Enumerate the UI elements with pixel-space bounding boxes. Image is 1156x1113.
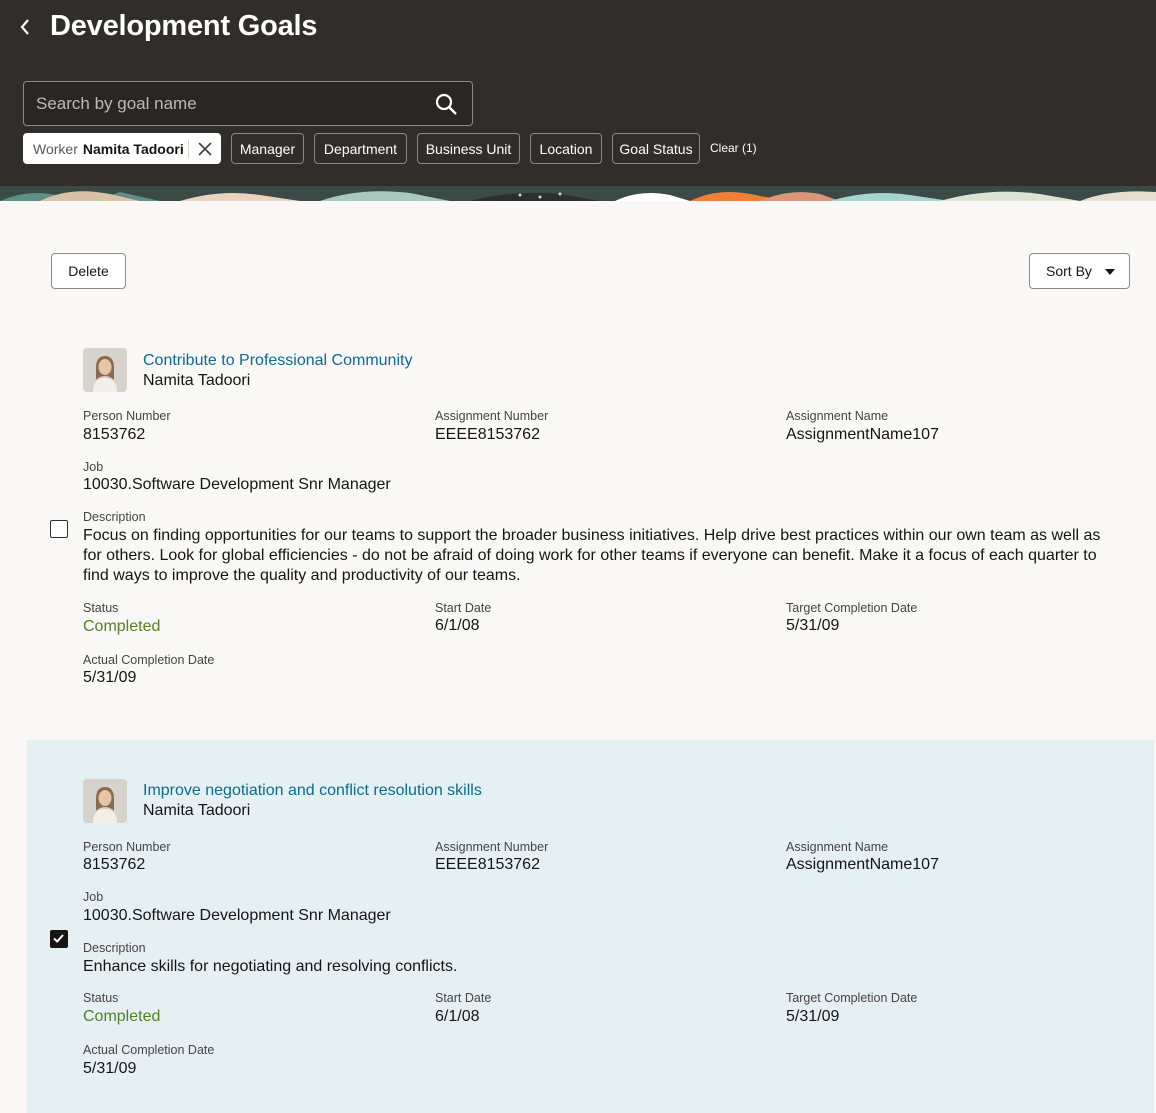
search-box[interactable]: [23, 81, 473, 126]
status-value: Completed: [83, 618, 161, 635]
filter-chip-department[interactable]: Department: [314, 133, 407, 164]
checkmark-icon: [53, 934, 64, 943]
target-completion-date-label: Target Completion Date: [786, 601, 918, 615]
job-value: 10030.Software Development Snr Manager: [83, 476, 391, 493]
job-label: Job: [83, 890, 104, 904]
person-number-value: 8153762: [83, 426, 146, 443]
goal-checkbox[interactable]: [50, 930, 68, 948]
start-date-value: 6/1/08: [435, 617, 480, 634]
description-value: Enhance skills for negotiating and resol…: [83, 958, 458, 975]
actual-completion-date-value: 5/31/09: [83, 669, 137, 686]
goal-card: Contribute to Professional Community Nam…: [27, 330, 1154, 710]
sort-by-button[interactable]: Sort By: [1029, 253, 1130, 289]
assignment-name-value: AssignmentName107: [786, 856, 939, 873]
chevron-left-icon: [20, 19, 29, 35]
search-input[interactable]: [36, 82, 426, 125]
assignment-name-value: AssignmentName107: [786, 426, 939, 443]
search-icon[interactable]: [434, 92, 458, 116]
job-value: 10030.Software Development Snr Manager: [83, 907, 391, 924]
filter-chip-worker-key: Worker: [33, 140, 78, 157]
actual-completion-date-label: Actual Completion Date: [83, 653, 215, 667]
filter-chip-worker-value: Namita Tadoori: [82, 140, 184, 157]
assignment-name-label: Assignment Name: [786, 409, 889, 423]
job-label: Job: [83, 460, 104, 474]
avatar: [83, 348, 127, 392]
avatar: [83, 779, 127, 823]
goal-card: Improve negotiation and conflict resolut…: [27, 740, 1154, 1113]
decorative-banner: [0, 186, 1156, 201]
description-label: Description: [83, 941, 146, 955]
filter-chip-goal-status[interactable]: Goal Status: [612, 133, 700, 164]
clear-filters-link[interactable]: Clear (1): [710, 141, 757, 155]
start-date-value: 6/1/08: [435, 1008, 480, 1025]
goal-title-link[interactable]: Contribute to Professional Community: [143, 352, 412, 370]
actual-completion-date-label: Actual Completion Date: [83, 1043, 215, 1057]
person-number-label: Person Number: [83, 409, 171, 423]
status-label: Status: [83, 601, 119, 615]
chip-divider: [188, 140, 189, 158]
target-completion-date-label: Target Completion Date: [786, 991, 918, 1005]
goal-title-link[interactable]: Improve negotiation and conflict resolut…: [143, 782, 482, 800]
description-label: Description: [83, 510, 146, 524]
assignment-number-label: Assignment Number: [435, 840, 549, 854]
assignment-number-value: EEEE8153762: [435, 426, 540, 443]
avatar-photo: [83, 348, 127, 392]
goal-person-name: Namita Tadoori: [143, 802, 251, 819]
page-title: Development Goals: [50, 10, 318, 42]
person-number-label: Person Number: [83, 840, 171, 854]
avatar-photo: [83, 779, 127, 823]
start-date-label: Start Date: [435, 601, 492, 615]
goal-checkbox[interactable]: [50, 520, 68, 538]
status-value: Completed: [83, 1008, 161, 1025]
person-number-value: 8153762: [83, 856, 146, 873]
filter-chip-location[interactable]: Location: [530, 133, 602, 164]
filter-chip-business-unit[interactable]: Business Unit: [417, 133, 520, 164]
caret-down-icon: [1105, 269, 1115, 275]
sort-by-label: Sort By: [1046, 263, 1092, 279]
target-completion-date-value: 5/31/09: [786, 617, 840, 634]
actual-completion-date-value: 5/31/09: [83, 1060, 137, 1077]
filter-chip-worker[interactable]: Worker Namita Tadoori: [23, 133, 221, 164]
goal-person-name: Namita Tadoori: [143, 372, 251, 389]
page-header: Development Goals Worker Namita Tadoori …: [0, 0, 1156, 201]
status-label: Status: [83, 991, 119, 1005]
assignment-number-value: EEEE8153762: [435, 856, 540, 873]
assignment-number-label: Assignment Number: [435, 409, 549, 423]
assignment-name-label: Assignment Name: [786, 840, 889, 854]
close-icon[interactable]: [196, 140, 214, 158]
target-completion-date-value: 5/31/09: [786, 1008, 840, 1025]
back-button[interactable]: [12, 14, 38, 40]
description-value: Focus on finding opportunities for our t…: [83, 527, 1101, 584]
filter-chip-manager[interactable]: Manager: [231, 133, 304, 164]
start-date-label: Start Date: [435, 991, 492, 1005]
delete-button[interactable]: Delete: [51, 253, 126, 289]
